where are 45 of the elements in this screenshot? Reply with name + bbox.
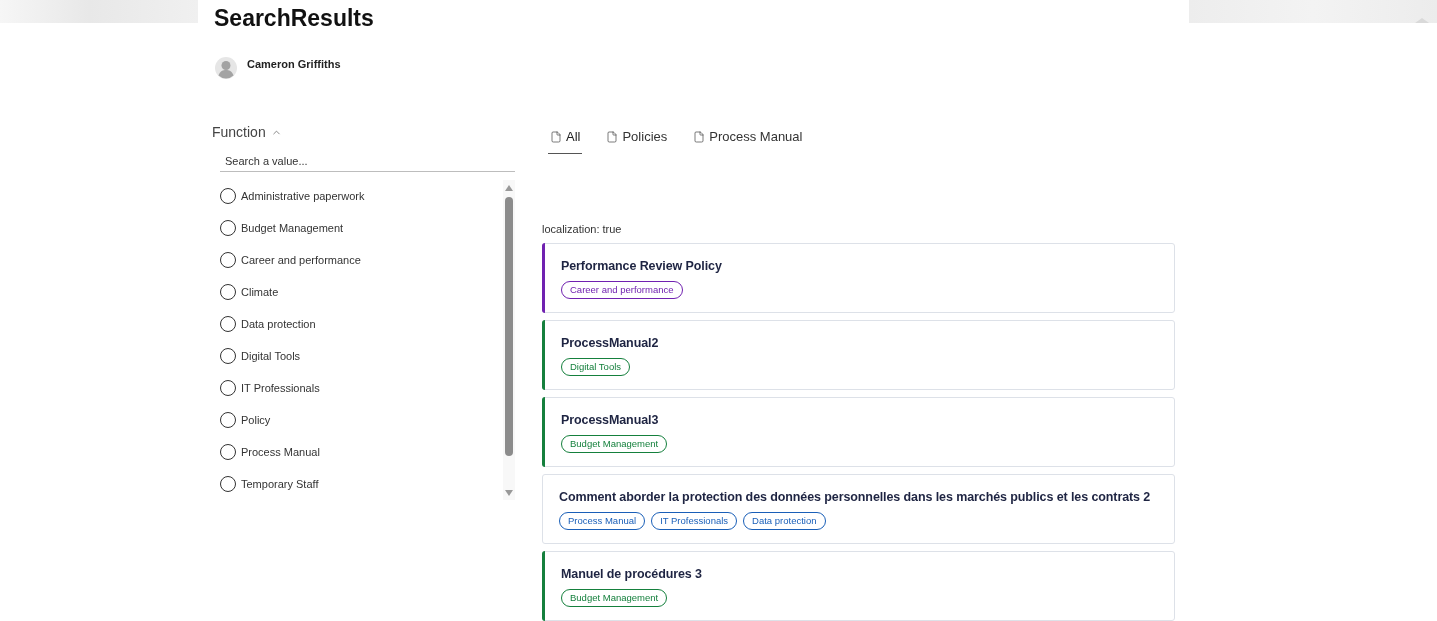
result-card[interactable]: ProcessManual3 Budget Management [542,397,1175,467]
radio-button[interactable] [220,380,236,396]
filter-option[interactable]: Budget Management [220,212,344,244]
filter-option[interactable]: Data protection [220,308,316,340]
radio-button[interactable] [220,284,236,300]
radio-button[interactable] [220,444,236,460]
scroll-up-arrow-icon[interactable] [505,185,513,191]
result-title[interactable]: ProcessManual3 [561,412,659,428]
radio-button[interactable] [220,188,236,204]
filter-option[interactable]: Policy [220,404,271,436]
scroll-down-arrow-icon[interactable] [505,490,513,496]
radio-button[interactable] [220,412,236,428]
radio-button[interactable] [220,252,236,268]
user-name: Cameron Griffiths [247,57,341,71]
filter-option[interactable]: Climate [220,276,279,308]
radio-button[interactable] [220,348,236,364]
user-avatar-icon [215,57,237,79]
document-icon [550,131,562,143]
scrollbar-thumb[interactable] [505,197,513,456]
filter-header[interactable]: Function [212,123,282,141]
scroll-up-arrow-icon [1415,18,1429,23]
localization-note: localization: true [542,223,622,236]
tab[interactable]: All [548,129,583,154]
filter-option[interactable]: IT Professionals [220,372,320,404]
page-title: SearchResults [214,5,374,32]
result-card[interactable]: Performance Review Policy Career and performance [542,243,1175,313]
filter-option[interactable]: Career and performance [220,244,361,276]
radio-button[interactable] [220,316,236,332]
tab[interactable]: Process Manual [691,129,805,154]
result-card[interactable]: Manuel de procédures 3 Budget Management [542,551,1175,621]
result-title[interactable]: Performance Review Policy [561,258,722,274]
filter-option[interactable]: Digital Tools [220,340,301,372]
document-icon [606,131,619,143]
filter-option[interactable]: Temporary Staff [220,468,319,500]
filter-option[interactable]: Administrative paperwork [220,180,365,212]
result-title[interactable]: Comment aborder la protection des données personnelles dans les marchés publics et les contrats 2 [559,489,1151,505]
document-icon [693,131,706,143]
result-card[interactable]: ProcessManual2 Digital Tools [542,320,1175,390]
result-card[interactable]: Comment aborder la protection des données personnelles dans les marchés publics et les contrats 2 Process Manual IT Professionals Data protection [542,474,1175,544]
tab[interactable]: Policies [604,129,670,154]
radio-button[interactable] [220,476,236,492]
filter-option[interactable]: Process Manual [220,436,320,468]
result-title[interactable]: Manuel de procédures 3 [561,566,702,582]
result-title[interactable]: ProcessManual2 [561,335,659,351]
radio-button[interactable] [220,220,236,236]
